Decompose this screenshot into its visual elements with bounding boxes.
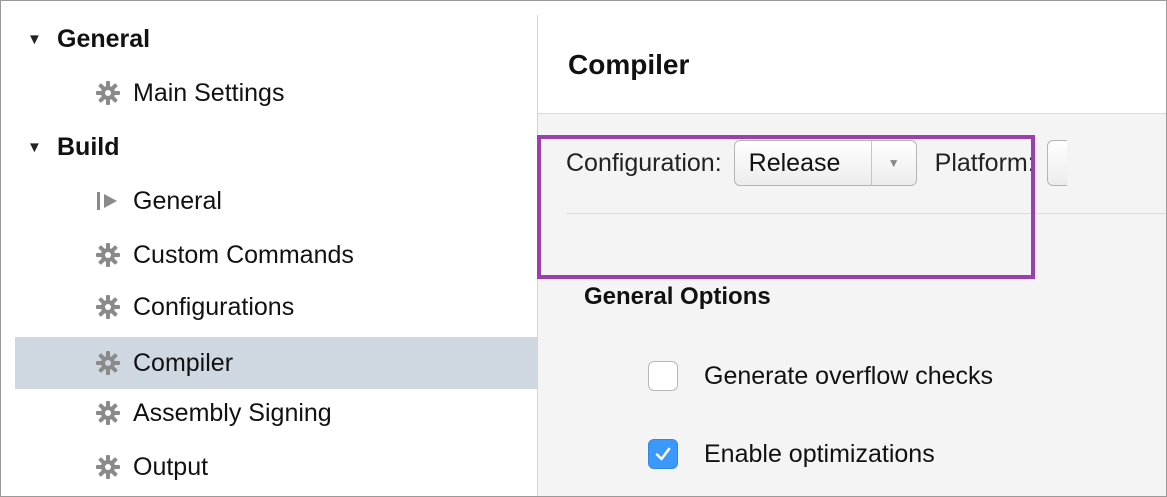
sidebar-item-label: General xyxy=(133,186,222,215)
sidebar-item-configurations[interactable]: Configurations xyxy=(15,287,537,327)
sidebar-item-build-general[interactable]: General xyxy=(15,181,537,221)
sidebar-item-compiler[interactable]: Compiler xyxy=(15,337,537,389)
platform-select[interactable] xyxy=(1046,140,1067,186)
option-label: Enable optimizations xyxy=(704,439,935,468)
configuration-select[interactable]: Release ▼ xyxy=(733,140,917,186)
gear-icon xyxy=(96,295,120,319)
chevron-down-icon[interactable]: ▼ xyxy=(870,141,916,185)
project-options-window: ▼ General Main Settings ▼ Build General … xyxy=(0,0,1167,497)
options-sidebar: ▼ General Main Settings ▼ Build General … xyxy=(1,1,537,496)
sidebar-group-general[interactable]: ▼ General xyxy=(15,19,537,59)
option-overflow-checks[interactable]: Generate overflow checks xyxy=(648,361,993,391)
configuration-row: Configuration: Release ▼ Platform: xyxy=(566,139,1067,187)
overflow-checks-checkbox[interactable] xyxy=(648,361,678,391)
panel-header: Compiler xyxy=(538,1,1166,114)
compiler-panel: Compiler Configuration: Release ▼ Platfo… xyxy=(538,1,1166,496)
sidebar-item-label: Assembly Signing xyxy=(133,398,332,427)
section-title: General Options xyxy=(584,283,771,310)
configuration-label: Configuration: xyxy=(566,148,722,177)
gear-icon xyxy=(96,401,120,425)
sidebar-item-output[interactable]: Output xyxy=(15,447,537,487)
gear-icon xyxy=(96,455,120,479)
sidebar-item-label: Main Settings xyxy=(133,78,285,107)
gear-icon xyxy=(96,81,120,105)
sidebar-item-label: Build xyxy=(57,132,120,161)
platform-label: Platform: xyxy=(934,148,1035,177)
checkmark-icon xyxy=(655,447,671,461)
sidebar-item-label: Configurations xyxy=(133,292,295,321)
page-title: Compiler xyxy=(568,49,690,80)
sidebar-group-build[interactable]: ▼ Build xyxy=(15,127,537,167)
configuration-value: Release xyxy=(748,148,841,177)
gear-icon xyxy=(96,243,120,267)
sidebar-item-main-settings[interactable]: Main Settings xyxy=(15,73,537,113)
sidebar-item-label: Custom Commands xyxy=(133,240,354,269)
gear-icon xyxy=(96,351,120,375)
divider xyxy=(566,213,1166,214)
enable-optimizations-checkbox[interactable] xyxy=(648,439,678,469)
sidebar-item-custom-commands[interactable]: Custom Commands xyxy=(15,235,537,275)
sidebar-item-assembly-signing[interactable]: Assembly Signing xyxy=(15,393,537,433)
option-label: Generate overflow checks xyxy=(704,361,994,390)
run-icon xyxy=(97,192,117,210)
sidebar-item-label: Compiler xyxy=(133,348,234,377)
disclosure-triangle-icon[interactable]: ▼ xyxy=(27,31,57,48)
option-enable-optimizations[interactable]: Enable optimizations xyxy=(648,439,935,469)
sidebar-item-label: Output xyxy=(133,452,209,481)
sidebar-item-label: General xyxy=(57,24,151,53)
disclosure-triangle-icon[interactable]: ▼ xyxy=(27,139,57,156)
